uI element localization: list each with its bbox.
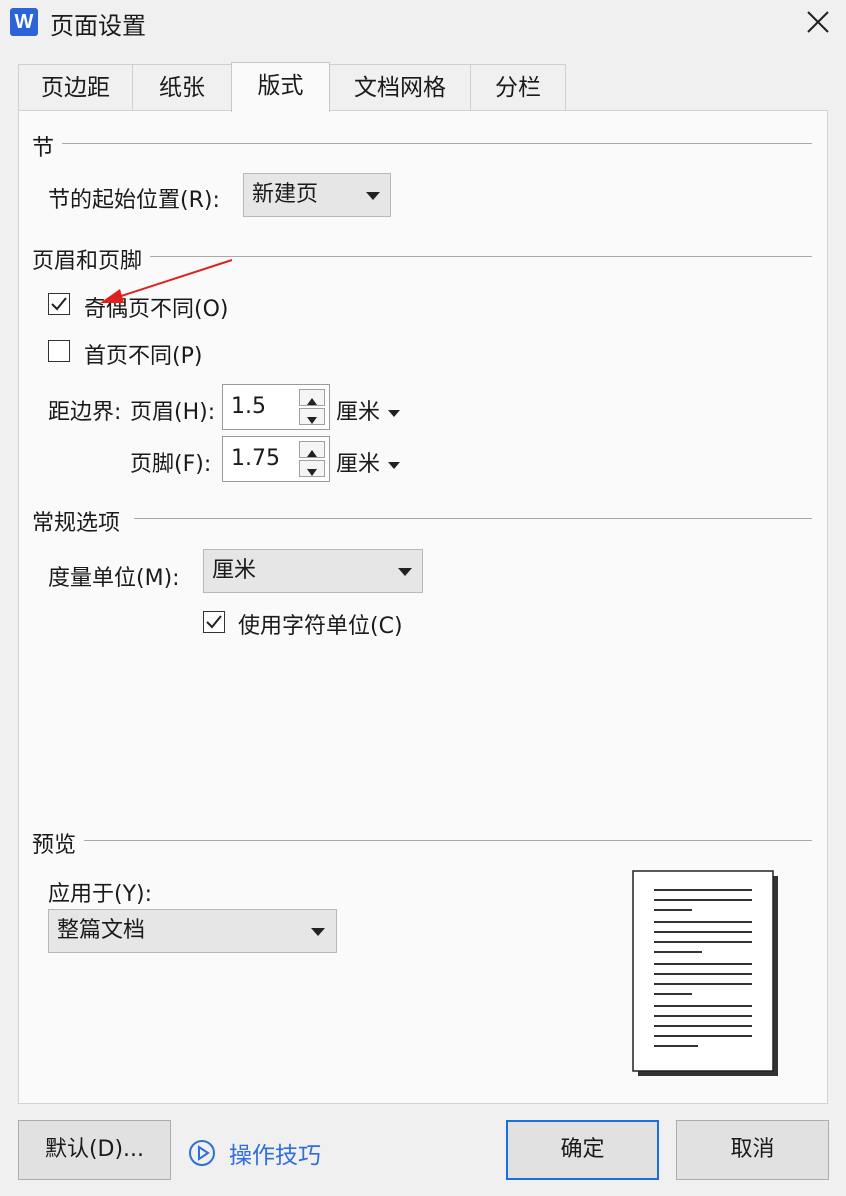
close-button[interactable] xyxy=(796,2,840,42)
first-page-label[interactable]: 首页不同(P) xyxy=(84,338,202,370)
footer-distance-value: 1.75 xyxy=(231,446,280,471)
spin-up-button[interactable] xyxy=(299,389,325,406)
apply-to-label: 应用于(Y): xyxy=(48,882,153,907)
page-preview-image xyxy=(632,870,778,1076)
char-unit-label[interactable]: 使用字符单位(C) xyxy=(238,608,403,640)
wps-writer-icon: W xyxy=(10,8,38,36)
dialog-title: 页面设置 xyxy=(50,12,146,40)
chevron-down-icon xyxy=(398,568,412,576)
spin-down-button[interactable] xyxy=(299,408,325,425)
footer-unit-value: 厘米 xyxy=(336,452,381,477)
play-circle-icon xyxy=(189,1140,215,1166)
default-button[interactable]: 默认(D)... xyxy=(18,1120,171,1180)
spin-down-button[interactable] xyxy=(299,460,325,477)
chevron-down-icon xyxy=(366,192,380,200)
checkmark-icon xyxy=(51,297,67,311)
apply-to-value: 整篇文档 xyxy=(57,918,146,943)
checkmark-icon xyxy=(206,615,222,629)
section-start-value: 新建页 xyxy=(252,182,319,207)
arrow-up-icon xyxy=(307,398,317,405)
chevron-down-icon xyxy=(311,928,325,936)
char-unit-checkbox[interactable] xyxy=(203,611,225,633)
header-distance-spinner[interactable]: 1.5 xyxy=(222,384,330,430)
header-footer-divider xyxy=(150,256,812,257)
header-unit-value: 厘米 xyxy=(336,400,381,425)
section-start-label: 节的起始位置(R): xyxy=(48,188,220,213)
tab-document-grid[interactable]: 文档网格 xyxy=(329,64,471,110)
distance-label: 距边界: xyxy=(48,400,122,425)
apply-to-select[interactable]: 整篇文档 xyxy=(48,909,337,953)
arrow-down-icon xyxy=(307,469,317,476)
section-heading: 节 xyxy=(32,136,55,161)
preview-divider xyxy=(84,840,812,841)
general-heading: 常规选项 xyxy=(32,511,121,536)
cancel-button[interactable]: 取消 xyxy=(676,1120,829,1180)
tips-link[interactable]: 操作技巧 xyxy=(188,1136,321,1170)
chevron-down-icon xyxy=(388,410,401,417)
footer-distance-spinner[interactable]: 1.75 xyxy=(222,436,330,482)
tab-margins[interactable]: 页边距 xyxy=(18,64,133,110)
close-icon xyxy=(807,11,829,33)
footer-distance-label: 页脚(F): xyxy=(130,452,212,477)
measure-unit-label: 度量单位(M): xyxy=(48,566,180,591)
spin-up-button[interactable] xyxy=(299,441,325,458)
arrow-up-icon xyxy=(307,450,317,457)
tab-paper[interactable]: 纸张 xyxy=(132,64,232,110)
measure-unit-select[interactable]: 厘米 xyxy=(203,549,423,593)
section-divider xyxy=(62,143,812,144)
preview-heading: 预览 xyxy=(32,833,77,858)
tab-layout[interactable]: 版式 xyxy=(231,62,330,112)
header-distance-value: 1.5 xyxy=(231,394,266,419)
tips-link-label: 操作技巧 xyxy=(229,1143,321,1169)
tab-columns[interactable]: 分栏 xyxy=(470,64,566,110)
header-distance-label: 页眉(H): xyxy=(130,400,216,425)
first-page-checkbox[interactable] xyxy=(48,340,70,362)
annotation-arrow-icon xyxy=(100,259,233,303)
general-divider xyxy=(134,518,812,519)
section-start-select[interactable]: 新建页 xyxy=(243,173,391,217)
footer-unit-select[interactable]: 厘米 xyxy=(336,446,401,478)
odd-even-checkbox[interactable] xyxy=(48,293,70,315)
measure-unit-value: 厘米 xyxy=(212,558,257,583)
arrow-down-icon xyxy=(307,417,317,424)
chevron-down-icon xyxy=(388,462,401,469)
ok-button[interactable]: 确定 xyxy=(506,1120,659,1180)
header-unit-select[interactable]: 厘米 xyxy=(336,394,401,426)
